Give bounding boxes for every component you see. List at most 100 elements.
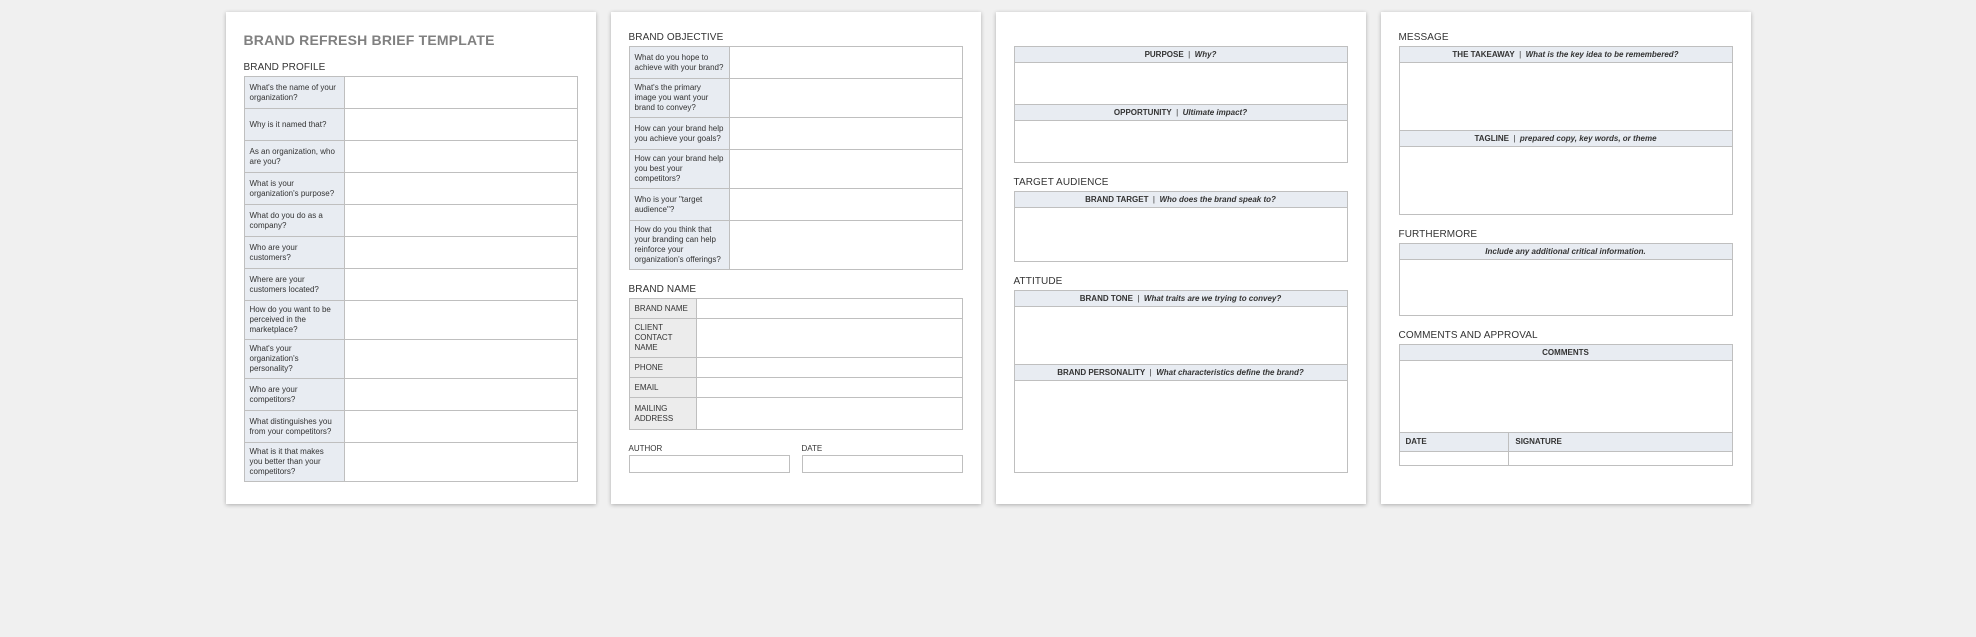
opportunity-box[interactable] xyxy=(1014,121,1348,163)
brandname-value[interactable] xyxy=(696,299,962,319)
takeaway-box[interactable] xyxy=(1399,63,1733,131)
brand-personality-box[interactable] xyxy=(1014,381,1348,473)
purpose-label: PURPOSE xyxy=(1145,50,1184,59)
objective-answer[interactable] xyxy=(729,189,962,221)
sig-date-value[interactable] xyxy=(1399,452,1509,466)
tagline-label: TAGLINE xyxy=(1474,134,1509,143)
brandname-label: EMAIL xyxy=(629,378,696,398)
brand-objective-table: What do you hope to achieve with your br… xyxy=(629,46,963,270)
objective-question: How do you think that your branding can … xyxy=(629,221,729,270)
purpose-header: PURPOSE | Why? xyxy=(1014,46,1348,63)
brand-objective-heading: BRAND OBJECTIVE xyxy=(629,32,963,43)
profile-answer[interactable] xyxy=(344,173,577,205)
objective-answer[interactable] xyxy=(729,150,962,189)
sig-signature-value[interactable] xyxy=(1509,452,1732,466)
table-row: MAILING ADDRESS xyxy=(629,398,962,430)
takeaway-label: THE TAKEAWAY xyxy=(1452,50,1514,59)
brand-personality-label: BRAND PERSONALITY xyxy=(1057,368,1145,377)
date-label: DATE xyxy=(802,444,963,453)
comments-box[interactable] xyxy=(1399,361,1733,433)
table-row: EMAIL xyxy=(629,378,962,398)
table-row: Where are your customers located? xyxy=(244,269,577,301)
profile-question: What is it that makes you better than yo… xyxy=(244,443,344,482)
furthermore-heading: FURTHERMORE xyxy=(1399,229,1733,240)
profile-answer[interactable] xyxy=(344,237,577,269)
table-row: What do you do as a company? xyxy=(244,205,577,237)
brandname-label: BRAND NAME xyxy=(629,299,696,319)
brand-profile-heading: BRAND PROFILE xyxy=(244,62,578,73)
takeaway-header: THE TAKEAWAY | What is the key idea to b… xyxy=(1399,46,1733,63)
purpose-sub: Why? xyxy=(1195,50,1217,59)
profile-answer[interactable] xyxy=(344,141,577,173)
brand-tone-sub: What traits are we trying to convey? xyxy=(1144,294,1281,303)
table-row: As an organization, who are you? xyxy=(244,141,577,173)
opportunity-header: OPPORTUNITY | Ultimate impact? xyxy=(1014,105,1348,121)
profile-answer[interactable] xyxy=(344,269,577,301)
table-row: What's the primary image you want your b… xyxy=(629,79,962,118)
date-input[interactable] xyxy=(802,455,963,473)
profile-question: Who are your customers? xyxy=(244,237,344,269)
author-date-row: AUTHOR DATE xyxy=(629,444,963,473)
profile-question: As an organization, who are you? xyxy=(244,141,344,173)
author-input[interactable] xyxy=(629,455,790,473)
message-heading: MESSAGE xyxy=(1399,32,1733,43)
page-1: BRAND REFRESH BRIEF TEMPLATE BRAND PROFI… xyxy=(226,12,596,504)
objective-question: What do you hope to achieve with your br… xyxy=(629,47,729,79)
profile-answer[interactable] xyxy=(344,109,577,141)
objective-answer[interactable] xyxy=(729,118,962,150)
opportunity-label: OPPORTUNITY xyxy=(1114,108,1172,117)
table-row: CLIENT CONTACT NAME xyxy=(629,319,962,358)
document-title: BRAND REFRESH BRIEF TEMPLATE xyxy=(244,32,578,48)
sig-date-label: DATE xyxy=(1399,433,1509,452)
profile-question: Why is it named that? xyxy=(244,109,344,141)
brand-tone-box[interactable] xyxy=(1014,307,1348,365)
profile-answer[interactable] xyxy=(344,443,577,482)
table-row: What's the name of your organization? xyxy=(244,77,577,109)
table-row: What distinguishes you from your competi… xyxy=(244,411,577,443)
objective-answer[interactable] xyxy=(729,221,962,270)
furthermore-box[interactable] xyxy=(1399,260,1733,316)
profile-question: What do you do as a company? xyxy=(244,205,344,237)
brand-profile-table: What's the name of your organization? Wh… xyxy=(244,76,578,482)
profile-answer[interactable] xyxy=(344,379,577,411)
objective-answer[interactable] xyxy=(729,47,962,79)
page-4: MESSAGE THE TAKEAWAY | What is the key i… xyxy=(1381,12,1751,504)
profile-answer[interactable] xyxy=(344,205,577,237)
tagline-sub: prepared copy, key words, or theme xyxy=(1520,134,1657,143)
profile-answer[interactable] xyxy=(344,301,577,340)
target-audience-heading: TARGET AUDIENCE xyxy=(1014,177,1348,188)
profile-question: Who are your competitors? xyxy=(244,379,344,411)
profile-question: Where are your customers located? xyxy=(244,269,344,301)
tagline-header: TAGLINE | prepared copy, key words, or t… xyxy=(1399,131,1733,147)
objective-answer[interactable] xyxy=(729,79,962,118)
author-label: AUTHOR xyxy=(629,444,790,453)
table-row: What is your organization's purpose? xyxy=(244,173,577,205)
purpose-box[interactable] xyxy=(1014,63,1348,105)
table-row: Why is it named that? xyxy=(244,109,577,141)
brandname-value[interactable] xyxy=(696,378,962,398)
brand-target-box[interactable] xyxy=(1014,208,1348,262)
brandname-value[interactable] xyxy=(696,358,962,378)
profile-answer[interactable] xyxy=(344,411,577,443)
profile-answer[interactable] xyxy=(344,77,577,109)
opportunity-sub: Ultimate impact? xyxy=(1183,108,1247,117)
profile-answer[interactable] xyxy=(344,340,577,379)
table-row: How can your brand help you achieve your… xyxy=(629,118,962,150)
brandname-value[interactable] xyxy=(696,398,962,430)
furthermore-sub: Include any additional critical informat… xyxy=(1485,247,1645,256)
tagline-box[interactable] xyxy=(1399,147,1733,215)
profile-question: What's the name of your organization? xyxy=(244,77,344,109)
sig-signature-label: SIGNATURE xyxy=(1509,433,1732,452)
table-row: What is it that makes you better than yo… xyxy=(244,443,577,482)
brand-tone-label: BRAND TONE xyxy=(1080,294,1133,303)
brand-target-label: BRAND TARGET xyxy=(1085,195,1148,204)
brandname-label: CLIENT CONTACT NAME xyxy=(629,319,696,358)
objective-question: What's the primary image you want your b… xyxy=(629,79,729,118)
objective-question: How can your brand help you best your co… xyxy=(629,150,729,189)
objective-question: How can your brand help you achieve your… xyxy=(629,118,729,150)
table-row: How do you think that your branding can … xyxy=(629,221,962,270)
brandname-value[interactable] xyxy=(696,319,962,358)
furthermore-header: Include any additional critical informat… xyxy=(1399,243,1733,260)
table-row: BRAND NAME xyxy=(629,299,962,319)
comments-label: COMMENTS xyxy=(1399,344,1733,361)
